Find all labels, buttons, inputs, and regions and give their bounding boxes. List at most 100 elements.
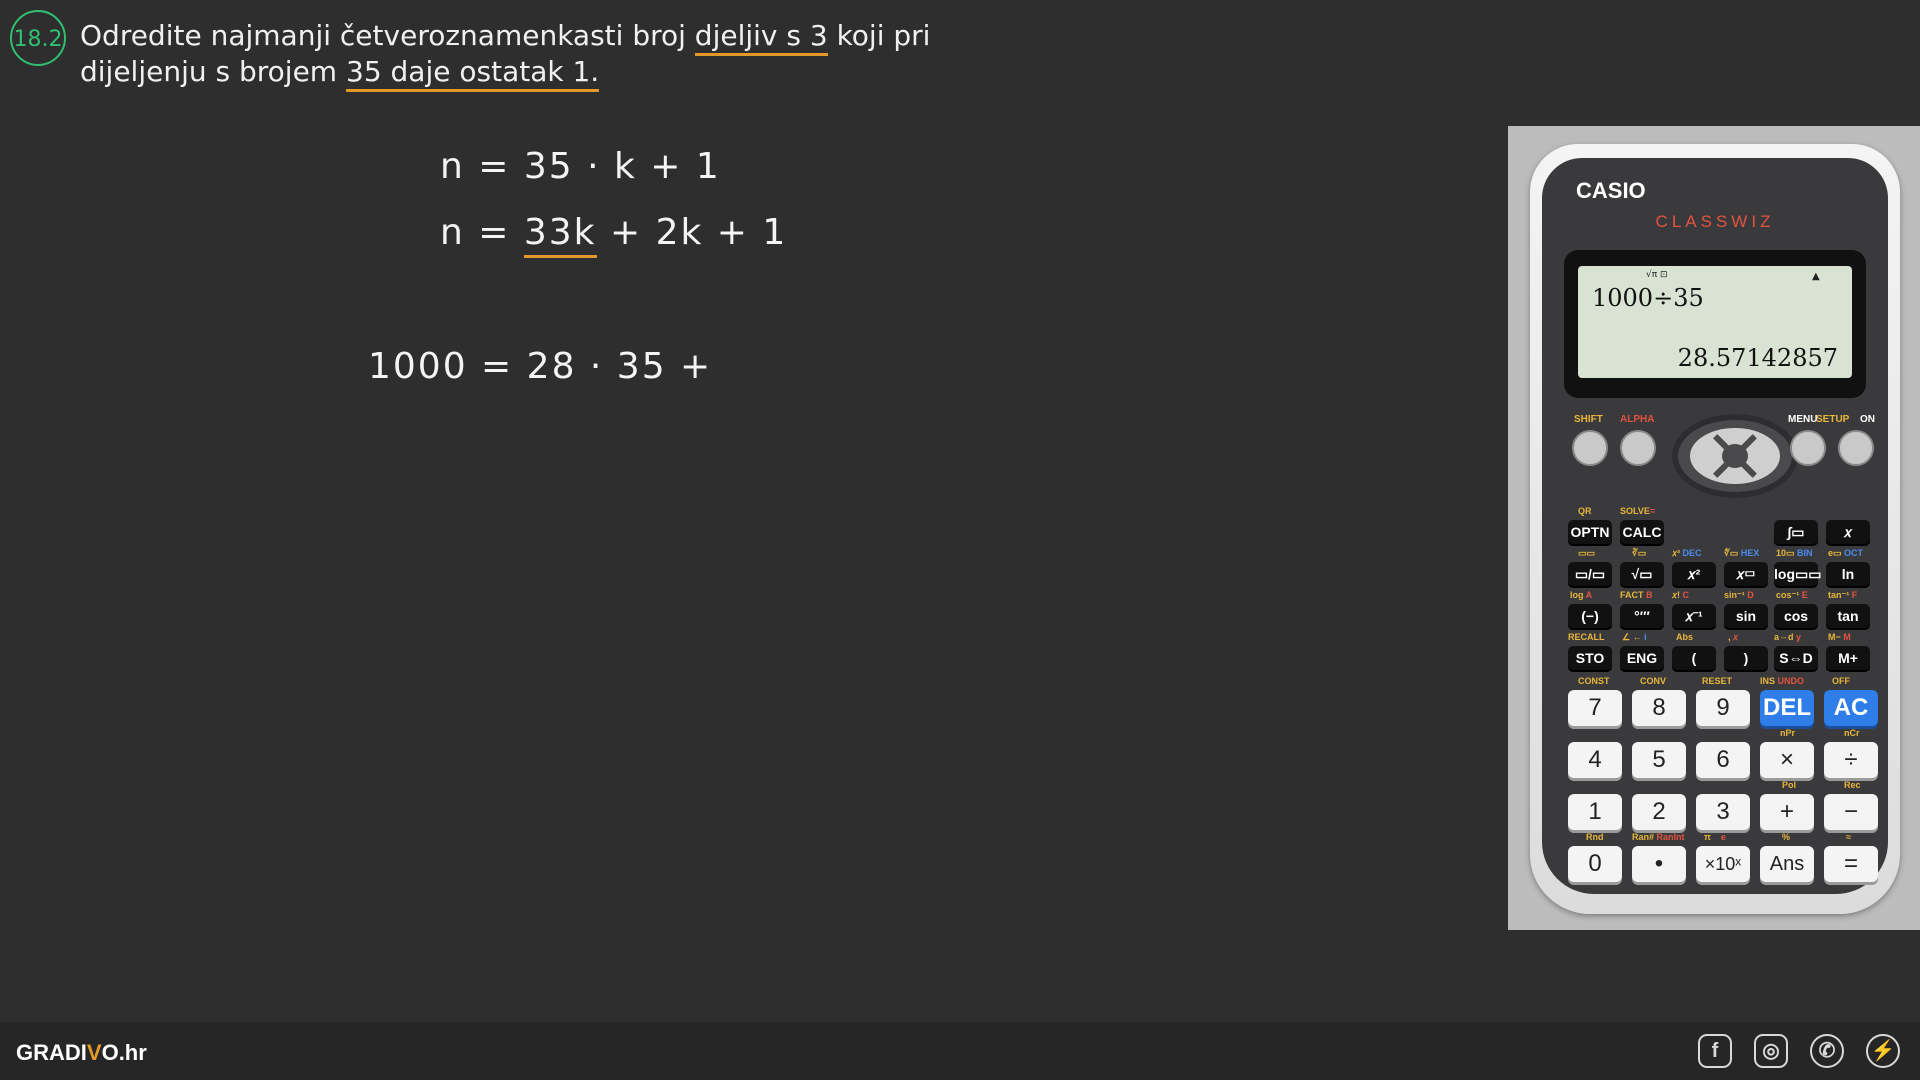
calculator-face: CASIO CLASSWIZ √π ⊡ ▲ 1000÷35 28.5714285… <box>1542 158 1888 894</box>
minus-key[interactable]: − <box>1824 794 1878 830</box>
label-e: e <box>1720 832 1726 842</box>
label-pol: Pol <box>1782 780 1797 790</box>
label-shift: SHIFT <box>1574 414 1603 425</box>
key-2[interactable]: 2 <box>1632 794 1686 830</box>
key-1[interactable]: 1 <box>1568 794 1622 830</box>
sqrt-key[interactable]: √▭ <box>1620 562 1664 586</box>
sin-key[interactable]: sin <box>1724 604 1768 628</box>
equals-key[interactable]: = <box>1824 846 1878 882</box>
display-indicator: √π ⊡ <box>1646 270 1668 280</box>
multiply-key[interactable]: × <box>1760 742 1814 778</box>
problem-highlight-divisible: djeljiv s 3 <box>694 19 828 56</box>
key-5[interactable]: 5 <box>1632 742 1686 778</box>
calculator-brand: CASIO <box>1576 178 1646 203</box>
on-button[interactable] <box>1838 430 1874 466</box>
label-setup: SETUP <box>1816 414 1850 425</box>
work-line-2-rest: + 2k + 1 <box>596 212 788 253</box>
instagram-icon[interactable]: ◎ <box>1754 1034 1788 1068</box>
label-row2-c: 𝑥³ DEC <box>1672 548 1702 558</box>
label-pi: π <box>1704 832 1711 842</box>
eng-key[interactable]: ENG <box>1620 646 1664 670</box>
negative-key[interactable]: (−) <box>1568 604 1612 628</box>
label-row2-a: ▭▭ <box>1578 548 1596 558</box>
label-rnd: Rnd <box>1586 832 1604 842</box>
ac-key[interactable]: AC <box>1824 690 1878 726</box>
integral-key[interactable]: ∫▭ <box>1774 520 1818 544</box>
calc-key[interactable]: CALC <box>1620 520 1664 544</box>
label-row2-f: e▭ OCT <box>1828 548 1864 558</box>
label-row3-d: sin⁻¹ D <box>1724 590 1754 600</box>
work-line-2-underlined: 33k <box>523 212 597 258</box>
exp10-key[interactable]: ×10ˣ <box>1696 846 1750 882</box>
sto-key[interactable]: STO <box>1568 646 1612 670</box>
label-qr: QR <box>1578 506 1592 516</box>
divide-key[interactable]: ÷ <box>1824 742 1878 778</box>
logo-v: V <box>86 1040 102 1065</box>
menu-button[interactable] <box>1790 430 1826 466</box>
display-result: 28.57142857 <box>1677 344 1838 372</box>
del-key[interactable]: DEL <box>1760 690 1814 726</box>
gradivo-logo[interactable]: GRADIVO.hr <box>16 1040 147 1066</box>
optn-key[interactable]: OPTN <box>1568 520 1612 544</box>
label-reset: RESET <box>1702 676 1733 686</box>
label-ins-undo: INS UNDO <box>1760 676 1804 686</box>
logo-suffix: O.hr <box>101 1040 147 1065</box>
direction-pad-center <box>1722 444 1748 468</box>
work-line-2: n = 33k + 2k + 1 <box>440 212 788 258</box>
label-approx: ≈ <box>1846 832 1851 842</box>
display-up-arrow-icon: ▲ <box>1812 271 1820 282</box>
label-alpha: ALPHA <box>1620 414 1655 425</box>
problem-highlight-remainder: 35 daje ostatak 1. <box>346 55 600 92</box>
key-7[interactable]: 7 <box>1568 690 1622 726</box>
reciprocal-key[interactable]: 𝑥⁻¹ <box>1672 604 1716 628</box>
variable-x-key[interactable]: 𝑥 <box>1826 520 1870 544</box>
key-8[interactable]: 8 <box>1632 690 1686 726</box>
label-on: ON <box>1860 414 1875 425</box>
label-pi-e: π e <box>1704 832 1726 842</box>
label-row3-f: tan⁻¹ F <box>1828 590 1858 600</box>
m-plus-key[interactable]: M+ <box>1826 646 1870 670</box>
ans-key[interactable]: Ans <box>1760 846 1814 882</box>
label-row4-e: a⇔d y <box>1774 632 1802 642</box>
cos-key[interactable]: cos <box>1774 604 1818 628</box>
label-ncr: nCr <box>1844 728 1860 738</box>
logo-prefix: GRADI <box>16 1040 87 1065</box>
decimal-point-key[interactable]: • <box>1632 846 1686 882</box>
problem-text-1: Odredite najmanji četveroznamenkasti bro… <box>80 19 695 52</box>
whatsapp-icon[interactable]: ✆ <box>1810 1034 1844 1068</box>
key-3[interactable]: 3 <box>1696 794 1750 830</box>
label-menu: MENU <box>1788 414 1818 425</box>
power-key[interactable]: 𝑥▭ <box>1724 562 1768 586</box>
label-row4-b: ∠ ← i <box>1622 632 1647 642</box>
ln-key[interactable]: ln <box>1826 562 1870 586</box>
label-npr: nPr <box>1780 728 1796 738</box>
sd-key[interactable]: S⇔D <box>1774 646 1818 670</box>
messenger-icon[interactable]: ⚡ <box>1866 1034 1900 1068</box>
key-4[interactable]: 4 <box>1568 742 1622 778</box>
label-ran-ranint: Ran# RanInt <box>1632 832 1685 842</box>
label-row3-a: log A <box>1570 590 1593 600</box>
close-paren-key[interactable]: ) <box>1724 646 1768 670</box>
alpha-button[interactable] <box>1620 430 1656 466</box>
problem-statement: Odredite najmanji četveroznamenkasti bro… <box>80 18 940 92</box>
label-row2-d: ∜▭ HEX <box>1724 548 1760 558</box>
label-rec: Rec <box>1844 780 1861 790</box>
key-6[interactable]: 6 <box>1696 742 1750 778</box>
facebook-icon[interactable]: f <box>1698 1034 1732 1068</box>
label-abs: Abs <box>1676 632 1694 642</box>
fraction-key[interactable]: ▭/▭ <box>1568 562 1612 586</box>
tan-key[interactable]: tan <box>1826 604 1870 628</box>
key-0[interactable]: 0 <box>1568 846 1622 882</box>
label-row2-b: ∛▭ <box>1632 548 1647 558</box>
label-ins: INS <box>1760 676 1776 686</box>
open-paren-key[interactable]: ( <box>1672 646 1716 670</box>
direction-pad[interactable] <box>1672 414 1798 498</box>
shift-button[interactable] <box>1572 430 1608 466</box>
log-key[interactable]: log▭▭ <box>1774 562 1821 586</box>
plus-key[interactable]: + <box>1760 794 1814 830</box>
calculator-screen-frame: √π ⊡ ▲ 1000÷35 28.57142857 <box>1564 250 1866 398</box>
degree-key[interactable]: °′″ <box>1620 604 1664 628</box>
key-9[interactable]: 9 <box>1696 690 1750 726</box>
calculator-body: CASIO CLASSWIZ √π ⊡ ▲ 1000÷35 28.5714285… <box>1530 144 1900 914</box>
square-key[interactable]: 𝑥² <box>1672 562 1716 586</box>
